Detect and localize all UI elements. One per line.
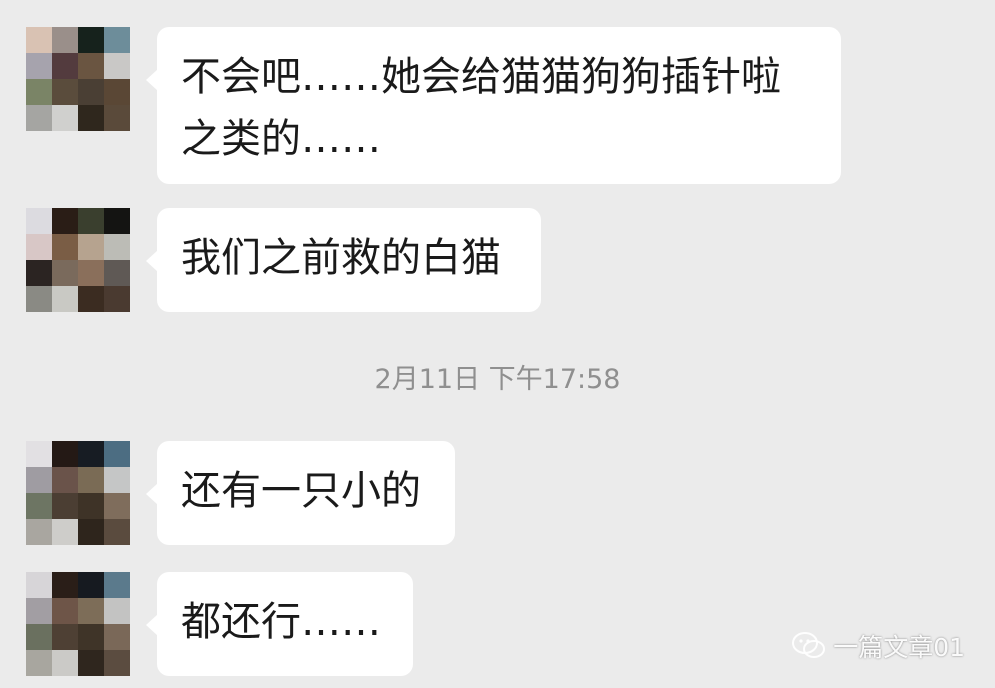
message-bubble[interactable]: 都还行…… [146,572,413,676]
avatar-pixel [52,27,78,53]
avatar-pixel [52,260,78,286]
avatar-pixel [104,79,130,105]
avatar-pixel [78,286,104,312]
avatar-pixel [104,598,130,624]
avatar-pixel [104,105,130,131]
watermark: 一篇文章01 [791,628,965,664]
avatar-pixel [26,27,52,53]
avatar-pixel [78,519,104,545]
avatar-pixel [78,493,104,519]
avatar-pixel [26,441,52,467]
avatar-pixel [26,624,52,650]
avatar-pixel [104,493,130,519]
avatar-pixel [52,598,78,624]
avatar-pixel [26,650,52,676]
avatar-pixel [52,624,78,650]
avatar-pixel [26,519,52,545]
avatar-pixel [26,234,52,260]
avatar[interactable] [26,208,130,312]
avatar-pixel [104,572,130,598]
avatar-pixel [52,79,78,105]
avatar-pixel [78,598,104,624]
avatar-pixel [52,234,78,260]
avatar-pixel [78,208,104,234]
avatar-pixel [52,208,78,234]
avatar-pixel [52,105,78,131]
message-bubble[interactable]: 还有一只小的 [146,441,455,545]
avatar-pixel [26,260,52,286]
avatar-pixel [104,260,130,286]
avatar-pixel [78,53,104,79]
avatar-pixel [26,208,52,234]
avatar-pixel [52,493,78,519]
avatar-pixel [26,467,52,493]
avatar-pixel [78,624,104,650]
avatar-pixel [78,260,104,286]
avatar-pixel [78,572,104,598]
avatar-pixel [104,208,130,234]
avatar-pixel [78,441,104,467]
avatar-pixel [52,286,78,312]
avatar-pixel [104,650,130,676]
avatar-pixel [104,53,130,79]
message-bubble[interactable]: 我们之前救的白猫 [146,208,541,312]
avatar-pixel [26,493,52,519]
avatar-pixel [78,105,104,131]
watermark-text: 一篇文章01 [833,633,965,662]
avatar-pixel [78,79,104,105]
avatar-pixel [104,286,130,312]
avatar-pixel [26,572,52,598]
avatar-pixel [52,53,78,79]
avatar[interactable] [26,441,130,545]
avatar-pixel [104,27,130,53]
wechat-icon [792,632,826,658]
avatar-pixel [104,441,130,467]
avatar-pixel [78,27,104,53]
avatar-pixel [52,467,78,493]
timestamp: 2月11日 下午17:58 [374,364,621,395]
avatar-pixel [78,650,104,676]
avatar-pixel [52,441,78,467]
message-bubble[interactable]: 不会吧……她会给猫猫狗狗插针啦 之类的…… [146,27,841,184]
avatar-pixel [104,234,130,260]
avatar[interactable] [26,572,130,676]
avatar-pixel [52,572,78,598]
avatar-pixel [104,519,130,545]
avatar-pixel [104,624,130,650]
avatar-pixel [78,234,104,260]
avatar-pixel [52,650,78,676]
avatar-pixel [26,286,52,312]
avatar-pixel [26,598,52,624]
avatar-pixel [26,53,52,79]
avatar-pixel [26,79,52,105]
avatar-pixel [78,467,104,493]
avatar-pixel [104,467,130,493]
avatar[interactable] [26,27,130,131]
avatar-pixel [52,519,78,545]
avatar-pixel [26,105,52,131]
